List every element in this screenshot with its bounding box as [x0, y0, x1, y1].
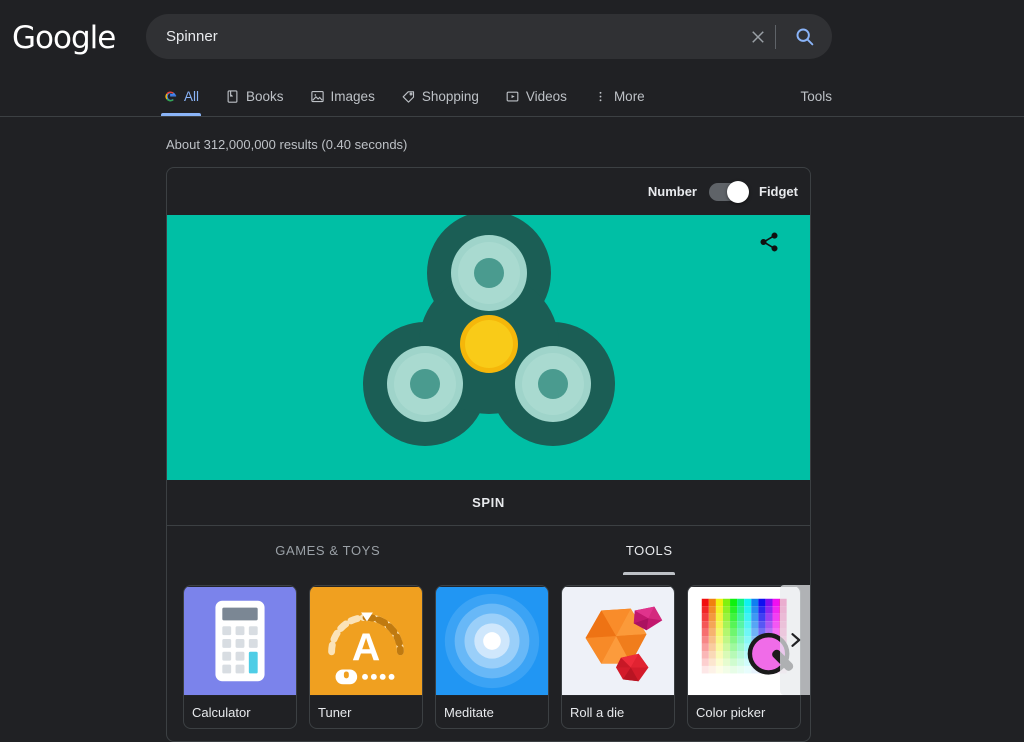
- tool-label: Color picker: [696, 704, 766, 720]
- google-search-icon: [165, 91, 177, 102]
- spin-button[interactable]: SPIN: [167, 480, 810, 526]
- nav-item-books[interactable]: Books: [225, 89, 284, 116]
- tool-card-meditate[interactable]: Meditate: [435, 585, 549, 729]
- nav-item-label: Images: [330, 89, 375, 104]
- tool-label: Roll a die: [570, 704, 625, 720]
- tab-games-and-toys[interactable]: GAMES & TOYS: [167, 526, 489, 575]
- calculator-icon: [184, 586, 296, 696]
- nav-item-label: Videos: [525, 89, 567, 104]
- toggle-knob: [727, 180, 749, 203]
- nav-item-label: Shopping: [421, 89, 479, 104]
- chevron-right-icon[interactable]: [780, 585, 810, 695]
- nav-item-shopping[interactable]: Shopping: [401, 89, 479, 116]
- nav-item-all[interactable]: All: [160, 89, 202, 116]
- video-icon: [506, 91, 519, 102]
- tool-card-calculator[interactable]: Calculator: [183, 585, 297, 729]
- google-logo[interactable]: Google: [12, 20, 116, 56]
- nav-item-videos[interactable]: Videos: [505, 89, 567, 116]
- tool-label: Tuner: [318, 704, 352, 720]
- nav-item-label: More: [613, 89, 645, 104]
- tag-icon: [402, 91, 414, 103]
- tool-label: Calculator: [192, 704, 251, 720]
- results-count: About 312,000,000 results (0.40 seconds): [166, 137, 408, 152]
- search-nav: All Books Images Shopping Videos More To…: [0, 72, 1024, 117]
- fidget-spinner-graphic[interactable]: [167, 211, 811, 480]
- widget-tabs: GAMES & TOYS TOOLS: [167, 526, 810, 575]
- tool-card-tuner[interactable]: A Tuner: [309, 585, 423, 729]
- search-input[interactable]: [146, 28, 741, 45]
- dice-icon: [562, 586, 674, 696]
- tool-label: Meditate: [444, 704, 494, 720]
- close-icon[interactable]: [741, 14, 775, 59]
- tools-button[interactable]: Tools: [800, 89, 832, 104]
- nav-item-label: Books: [246, 89, 284, 104]
- meditate-icon: [436, 586, 548, 696]
- tools-carousel: Calculator A Tuner Meditate Roll a die C…: [167, 575, 810, 741]
- widget-toolbar: Number Fidget: [167, 168, 810, 215]
- nav-item-label: All: [184, 89, 200, 104]
- nav-list: All Books Images Shopping Videos More: [160, 72, 1024, 116]
- search-icon[interactable]: [776, 14, 832, 59]
- tool-card-roll-a-die[interactable]: Roll a die: [561, 585, 675, 729]
- nav-item-more[interactable]: More: [593, 89, 645, 116]
- more-vertical-icon: [599, 91, 602, 102]
- page-header: Google: [0, 0, 1024, 72]
- number-fidget-toggle[interactable]: [709, 180, 749, 203]
- share-icon[interactable]: [758, 231, 780, 258]
- nav-item-images[interactable]: Images: [310, 89, 375, 116]
- spinner-widget-card: Number Fidget SPIN GAMES & TOYS TOOLS Ca…: [166, 167, 811, 742]
- book-icon: [227, 90, 238, 103]
- svg-text:A: A: [352, 626, 380, 670]
- image-icon: [310, 90, 324, 103]
- search-bar[interactable]: [146, 14, 832, 59]
- toggle-label-fidget[interactable]: Fidget: [759, 184, 798, 199]
- spinner-stage[interactable]: [167, 211, 811, 480]
- toggle-label-number[interactable]: Number: [648, 184, 697, 199]
- tuner-icon: A: [310, 586, 422, 696]
- tab-tools[interactable]: TOOLS: [489, 526, 811, 575]
